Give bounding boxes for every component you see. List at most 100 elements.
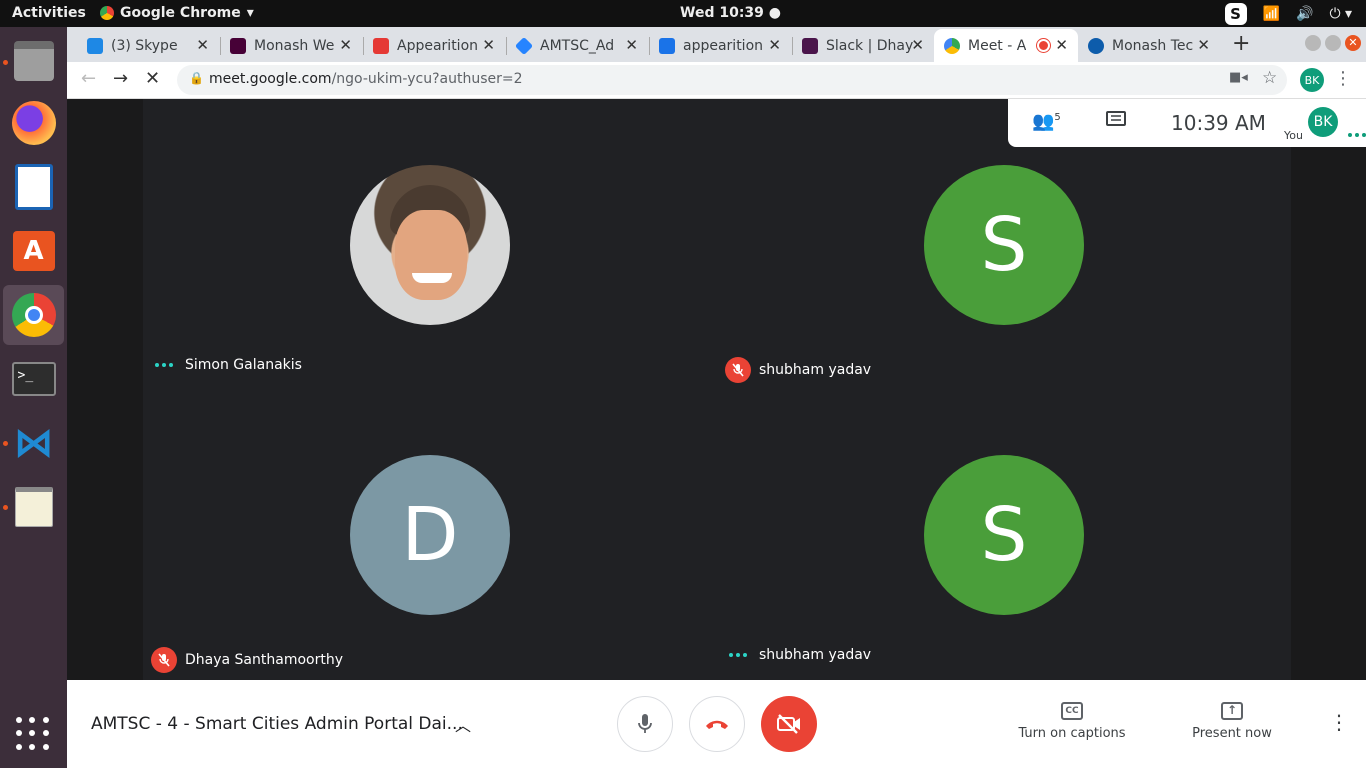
meet-stage: Simon Galanakis S shubham yadav D Dhaya … [67,99,1366,680]
confluence-icon [659,37,675,54]
tab-title: (3) Skype [111,37,178,54]
close-icon[interactable]: ✕ [625,36,638,54]
participant-name: shubham yadav [759,647,872,663]
close-icon[interactable]: ✕ [768,36,781,54]
chevron-up-icon[interactable]: ︿ [455,712,471,736]
participant-name-bar: Simon Galanakis [151,357,302,373]
participant-grid: Simon Galanakis S shubham yadav D Dhaya … [143,99,1291,680]
tab-monash-web[interactable]: Monash We ✕ [220,29,362,62]
terminal-icon[interactable]: >_ [3,349,64,409]
minimize-button[interactable] [1305,35,1321,51]
tab-slack[interactable]: Slack | Dhay ✕ [792,29,934,62]
meeting-title[interactable]: AMTSC - 4 - Smart Cities Admin Portal Da… [91,714,463,734]
star-icon[interactable]: ☆ [1262,68,1277,88]
self-avatar[interactable]: BK [1308,107,1338,137]
adobe-xd-icon [230,37,246,54]
tab-title: appearition [683,37,764,54]
participant-avatar: S [924,165,1084,325]
close-icon[interactable]: ✕ [482,36,495,54]
recording-icon [1037,39,1050,52]
globe-icon [1088,37,1104,54]
back-button[interactable]: ← [81,68,96,89]
tab-strip: (3) Skype ✕ Monash We ✕ Appearition ✕ AM… [67,27,1366,62]
participant-tile[interactable]: Simon Galanakis [143,99,717,389]
tab-amtsc[interactable]: AMTSC_Ad ✕ [506,29,648,62]
participant-tile[interactable]: S shubham yadav [717,389,1291,679]
forward-button[interactable]: → [113,68,128,89]
power-icon: ⏻ ▾ [1329,6,1352,22]
participant-avatar: D [350,455,510,615]
window-close-button[interactable]: ✕ [1345,35,1361,51]
appearition-icon [373,37,389,54]
close-icon[interactable]: ✕ [1197,36,1210,54]
vscode-icon[interactable]: ⋈ [3,413,64,473]
present-label: Present now [1192,726,1272,741]
present-screen-icon: ↑ [1221,702,1243,720]
microphone-button[interactable] [617,696,673,752]
system-tray[interactable]: S 📶 🔊 ⏻ ▾ [1224,3,1352,25]
participant-tile[interactable]: D Dhaya Santhamoorthy [143,389,717,679]
tab-appearition-2[interactable]: appearition ✕ [649,29,791,62]
chat-icon[interactable] [1106,111,1126,134]
close-icon[interactable]: ✕ [339,36,352,54]
microphone-icon [638,714,652,733]
present-now-button[interactable]: ↑ Present now [1177,702,1287,741]
url-path: /ngo-ukim-ycu?authuser=2 [331,71,523,87]
tab-meet[interactable]: Meet - A ✕ [934,29,1078,62]
skype-icon [87,37,103,54]
participants-button[interactable]: 👥5 [1032,111,1061,132]
tab-title: AMTSC_Ad [540,37,615,54]
tab-monash-tech[interactable]: Monash Tec ✕ [1078,29,1220,62]
libreoffice-writer-icon[interactable] [3,157,64,217]
chrome-menu-icon[interactable]: ⋮ [1334,68,1352,89]
close-icon[interactable]: ✕ [911,36,924,54]
participant-name: Simon Galanakis [185,357,302,373]
wifi-icon: 📶 [1262,6,1280,22]
participant-count: 5 [1054,112,1061,123]
lock-icon[interactable]: 🔒 [189,71,204,85]
participant-name: shubham yadav [759,362,872,378]
address-bar[interactable]: 🔒 meet.google.com/ngo-ukim-ycu?authuser=… [177,65,1287,95]
camera-off-button[interactable] [761,696,817,752]
mic-off-icon [725,357,751,383]
participant-name: Dhaya Santhamoorthy [185,652,343,668]
captions-button[interactable]: CC Turn on captions [1017,702,1127,741]
tab-skype[interactable]: (3) Skype ✕ [77,29,219,62]
url-host: meet.google.com [209,71,332,87]
ubuntu-software-icon[interactable]: A [3,221,64,281]
tab-title: Monash We [254,37,335,54]
close-icon[interactable]: ✕ [1055,36,1068,54]
participant-avatar: S [924,455,1084,615]
tab-appearition[interactable]: Appearition ✕ [363,29,505,62]
tab-title: Meet - A [968,37,1026,54]
participant-photo [350,165,510,325]
meeting-clock: 10:39 AM [1171,111,1266,135]
stop-loading-button[interactable]: ✕ [145,68,160,89]
chrome-dock-icon[interactable] [3,285,64,345]
show-applications-icon[interactable] [16,717,50,751]
more-options-icon[interactable] [725,653,751,657]
meet-top-panel: 👥5 10:39 AM You BK [1008,99,1366,147]
text-editor-icon[interactable] [3,477,64,537]
camera-icon[interactable]: ■◂ [1229,70,1248,85]
more-options-icon[interactable]: ⋮ [1329,710,1349,734]
video-off-icon [777,714,800,734]
more-options-icon[interactable] [151,363,177,367]
app-menu-label: Google Chrome [120,5,241,21]
activities-button[interactable]: Activities [12,5,86,21]
app-menu[interactable]: Google Chrome ▾ [100,5,254,21]
new-tab-button[interactable]: + [1232,31,1250,56]
leave-call-button[interactable] [689,696,745,752]
clock[interactable]: Wed 10:39 ● [680,5,781,21]
profile-avatar[interactable]: BK [1300,68,1324,92]
skype-tray-icon[interactable]: S [1224,3,1247,25]
files-icon[interactable] [3,31,64,91]
self-more-options-icon[interactable] [1348,133,1366,137]
firefox-icon[interactable] [3,93,64,153]
tab-title: Slack | Dhay [826,37,914,54]
close-icon[interactable]: ✕ [196,36,209,54]
maximize-button[interactable] [1325,35,1341,51]
jira-icon [514,36,534,55]
hang-up-icon [706,720,728,729]
url-text[interactable]: meet.google.com/ngo-ukim-ycu?authuser=2 [209,71,523,87]
